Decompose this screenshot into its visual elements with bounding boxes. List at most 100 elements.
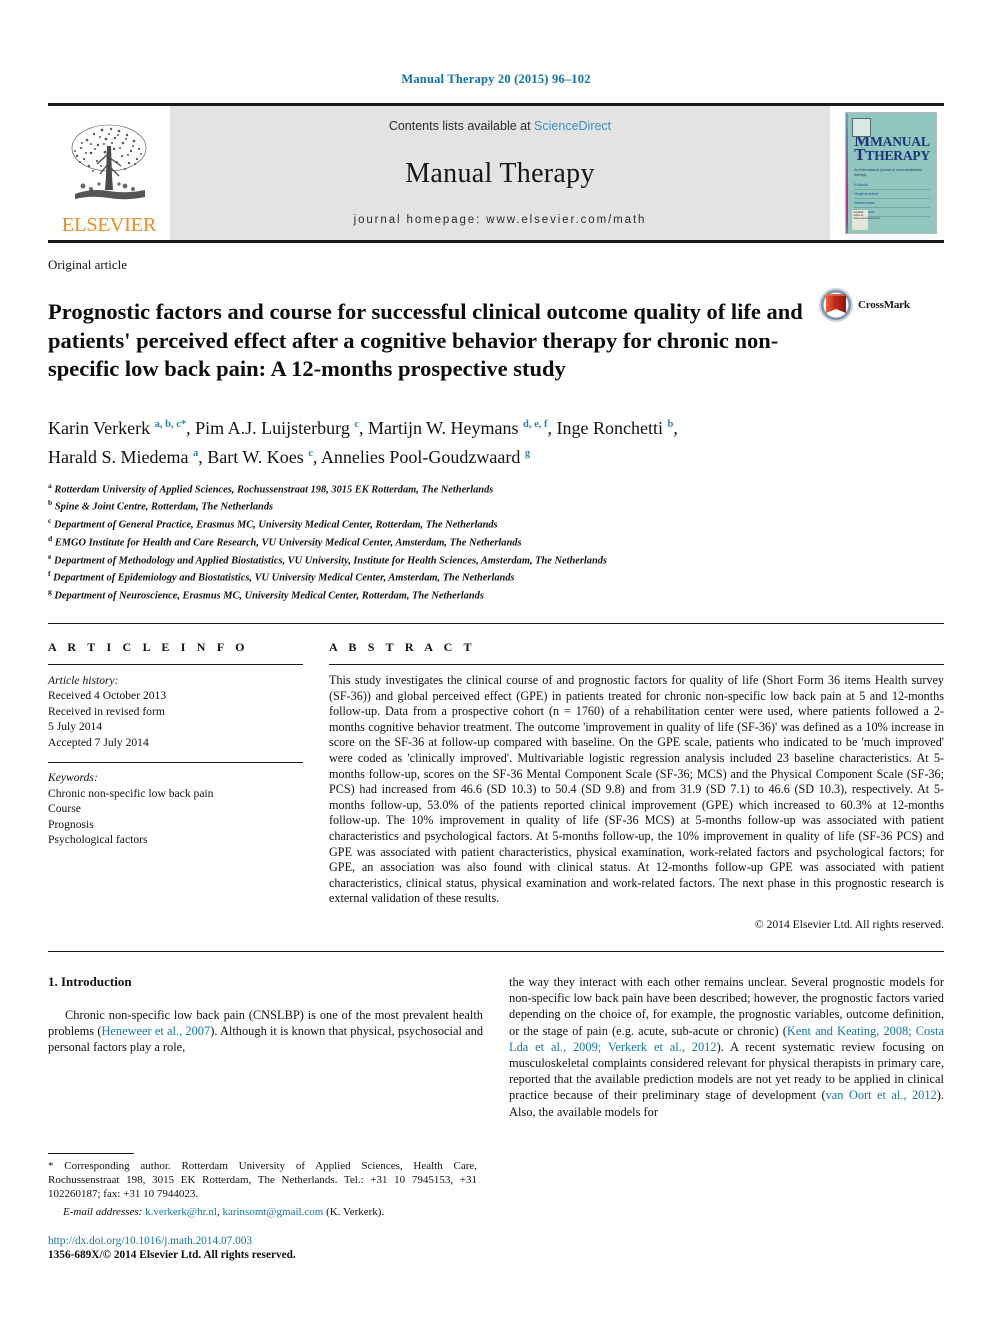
email-label: E-mail addresses:: [63, 1205, 143, 1218]
affiliation-key: f: [48, 569, 51, 579]
affiliation-key: a: [48, 480, 52, 490]
elsevier-logo: ELSEVIER: [48, 106, 170, 240]
email-suffix: (K. Verkerk).: [323, 1205, 385, 1218]
affiliation-item: a Rotterdam University of Applied Scienc…: [48, 479, 944, 497]
issn-copyright: 1356-689X/© 2014 Elsevier Ltd. All right…: [48, 1249, 296, 1262]
cover-footer-badge: Available online at www.sciencedirect.co…: [852, 210, 880, 230]
author-2[interactable]: Martijn W. Heymans d, e, f: [368, 418, 548, 438]
history-item: Received in revised form: [48, 704, 165, 718]
corresponding-author-note: * Corresponding author. Rotterdam Univer…: [48, 1159, 477, 1202]
email-link-1[interactable]: k.verkerk@hr.nl: [145, 1206, 217, 1218]
article-info-heading: A R T I C L E I N F O: [48, 639, 249, 654]
history-item: Received 4 October 2013: [48, 689, 167, 703]
paper-page: Manual Therapy 20 (2015) 96–102 ELSEVIER…: [0, 0, 992, 1323]
article-history-label: Article history:: [48, 673, 119, 687]
abstract-heading: A B S T R A C T: [329, 639, 476, 654]
affiliation-item: g Department of Neuroscience, Erasmus MC…: [48, 585, 944, 603]
affiliation-key: e: [48, 551, 52, 561]
cover-body: MMANUAL TTHERAPY An international journa…: [848, 113, 936, 233]
contents-available-line: Contents lists available at ScienceDirec…: [389, 119, 611, 133]
keywords-block: Keywords: Chronic non-specific low back …: [48, 770, 303, 848]
journal-cover-thumbnail[interactable]: MMANUAL TTHERAPY An international journa…: [838, 106, 944, 240]
body-columns: 1. Introduction Chronic non-specific low…: [48, 974, 944, 1120]
author-list: Karin Verkerk a, b, c*, Pim A.J. Luijste…: [48, 417, 678, 467]
section-heading-introduction: 1. Introduction: [48, 973, 132, 989]
cover-society-logo-icon: [852, 118, 872, 137]
affiliation-key: g: [48, 587, 52, 597]
crossmark-label: CrossMark: [858, 299, 910, 311]
affiliation-key: b: [48, 498, 53, 508]
author-4[interactable]: Harald S. Miedema a: [48, 447, 198, 467]
cover-title-line1: MANUAL: [870, 134, 930, 149]
email-link-2[interactable]: karinsomt@gmail.com: [222, 1206, 323, 1218]
history-item: 5 July 2014: [48, 720, 103, 734]
crossmark-icon: [819, 288, 853, 322]
body-column-left: 1. Introduction Chronic non-specific low…: [48, 974, 483, 1120]
author-name: Karin Verkerk: [48, 417, 151, 438]
journal-masthead: ELSEVIER Contents lists available at Sci…: [48, 103, 944, 243]
affiliation-text: EMGO Institute for Health and Care Resea…: [54, 537, 522, 549]
intro-paragraph-left: Chronic non-specific low back pain (CNSL…: [48, 1007, 483, 1056]
author-6[interactable]: Annelies Pool-Goudzwaard g: [321, 447, 530, 467]
intro-paragraph-right: the way they interact with each other re…: [509, 974, 944, 1120]
email-note: E-mail addresses: k.verkerk@hr.nl, karin…: [63, 1205, 385, 1218]
author-name: Inge Ronchetti: [556, 417, 663, 438]
body-column-right: the way they interact with each other re…: [509, 974, 944, 1120]
affiliation-key: d: [48, 533, 53, 543]
affiliation-text: Department of Neuroscience, Erasmus MC, …: [54, 590, 484, 602]
affiliation-item: f Department of Epidemiology and Biostat…: [48, 567, 944, 585]
affiliation-text: Department of Methodology and Applied Bi…: [53, 555, 608, 567]
cover-line-0: Editorial: [854, 183, 930, 190]
cover-image: MMANUAL TTHERAPY An international journa…: [845, 112, 937, 234]
author-name: Pim A.J. Luijsterburg: [195, 417, 350, 438]
author-affil-sup: g: [524, 447, 531, 459]
author-name: Annelies Pool-Goudzwaard: [320, 446, 521, 467]
cover-line-1: Original article: [854, 192, 930, 199]
cover-line-2: Masterclass: [854, 201, 930, 208]
journal-homepage-link[interactable]: journal homepage: www.elsevier.com/math: [354, 214, 647, 226]
divider: [48, 663, 303, 665]
affiliation-text: Department of Epidemiology and Biostatis…: [53, 572, 515, 584]
divider: [48, 762, 303, 764]
author-1[interactable]: Pim A.J. Luijsterburg c: [195, 418, 359, 438]
doi-link[interactable]: http://dx.doi.org/10.1016/j.math.2014.07…: [48, 1234, 477, 1249]
affiliation-text: Spine & Joint Centre, Rotterdam, The Net…: [54, 501, 274, 513]
history-item: Accepted 7 July 2014: [48, 735, 149, 749]
affiliation-item: b Spine & Joint Centre, Rotterdam, The N…: [48, 496, 944, 514]
keyword-item: Course: [48, 802, 81, 816]
sciencedirect-link[interactable]: ScienceDirect: [534, 119, 611, 133]
article-history: Article history: Received 4 October 2013…: [48, 673, 303, 751]
info-abstract-section: A R T I C L E I N F O Article history: R…: [48, 622, 944, 931]
author-name: Martijn W. Heymans: [368, 417, 519, 438]
affiliation-item: c Department of General Practice, Erasmu…: [48, 514, 944, 532]
citation-link[interactable]: Heneweer et al., 2007: [101, 1024, 210, 1038]
keywords-label: Keywords:: [48, 771, 98, 785]
keyword-item: Chronic non-specific low back pain: [48, 786, 214, 800]
crossmark-badge[interactable]: CrossMark: [818, 287, 910, 323]
masthead-center: Contents lists available at ScienceDirec…: [170, 106, 830, 240]
article-info-column: A R T I C L E I N F O Article history: R…: [48, 640, 303, 931]
cover-title: MMANUAL TTHERAPY: [854, 131, 930, 164]
keyword-item: Psychological factors: [48, 833, 148, 847]
author-5[interactable]: Bart W. Koes c: [207, 447, 313, 467]
cover-title-line2: THERAPY: [865, 148, 930, 163]
affiliation-item: e Department of Methodology and Applied …: [48, 550, 944, 568]
elsevier-tree-icon: [71, 124, 147, 199]
title-row: Prognostic factors and course for succes…: [48, 283, 944, 399]
author-3[interactable]: Inge Ronchetti b: [557, 418, 674, 438]
affiliation-list: a Rotterdam University of Applied Scienc…: [48, 479, 944, 603]
affiliation-text: Department of General Practice, Erasmus …: [53, 519, 498, 531]
corresponding-author-text: Corresponding author. Rotterdam Universi…: [48, 1160, 477, 1201]
divider: [329, 663, 944, 665]
journal-title: Manual Therapy: [405, 157, 595, 189]
cover-subtitle: An international journal of musculoskele…: [854, 168, 922, 177]
author-0[interactable]: Karin Verkerk a, b, c*: [48, 418, 186, 438]
author-affil-sup: a, b, c: [154, 418, 181, 430]
citation-link[interactable]: van Oort et al., 2012: [826, 1088, 937, 1102]
footnote-rule: [48, 1153, 134, 1154]
author-affil-sup: d, e, f: [523, 418, 548, 430]
page-title: Prognostic factors and course for succes…: [48, 299, 803, 382]
abstract-column: A B S T R A C T This study investigates …: [329, 640, 944, 931]
abstract-copyright: © 2014 Elsevier Ltd. All rights reserved…: [754, 917, 944, 931]
affiliation-key: c: [48, 516, 52, 526]
